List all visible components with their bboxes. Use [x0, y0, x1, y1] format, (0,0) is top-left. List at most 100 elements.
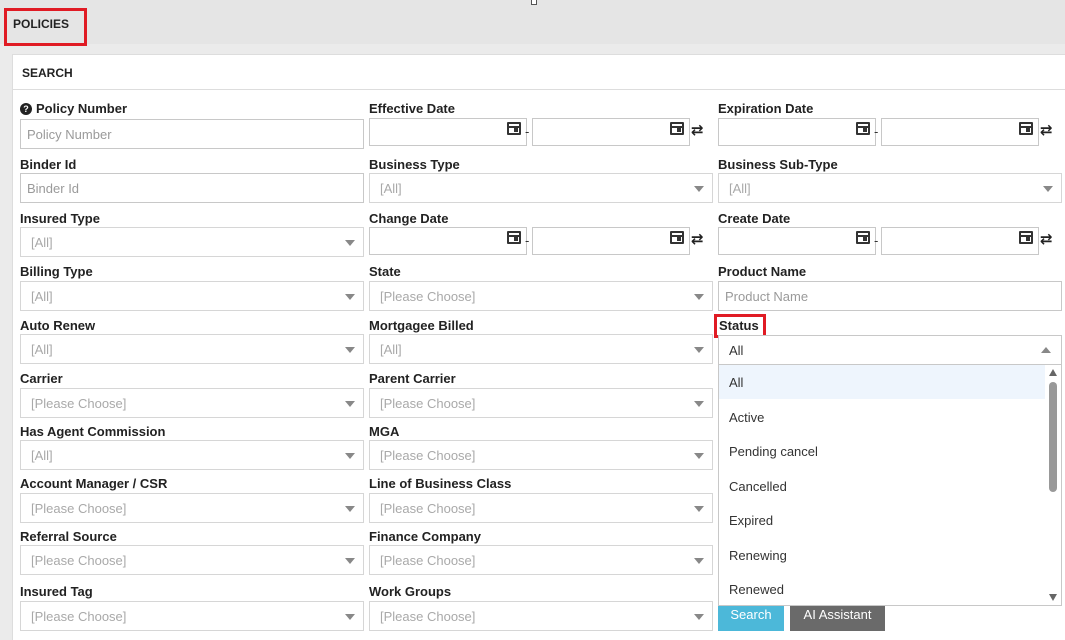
policy-number-label-text: Policy Number [36, 101, 128, 116]
parent-carrier-select[interactable]: [Please Choose] [369, 388, 713, 418]
auto-renew-value: [All] [31, 342, 53, 357]
range-separator: - [874, 233, 879, 248]
status-select[interactable]: All [718, 335, 1062, 365]
chevron-down-icon [1043, 186, 1053, 192]
change-date-from[interactable] [369, 227, 527, 255]
scrollbar[interactable] [1045, 365, 1061, 605]
line-of-business-class-select[interactable]: [Please Choose] [369, 493, 713, 523]
insured-type-select[interactable]: [All] [20, 227, 364, 257]
expiration-date-label: Expiration Date [718, 101, 814, 116]
insured-tag-select[interactable]: [Please Choose] [20, 601, 364, 631]
account-manager-select[interactable]: [Please Choose] [20, 493, 364, 523]
swap-dates-icon[interactable]: ⇄ [691, 230, 704, 248]
parent-carrier-value: [Please Choose] [380, 396, 476, 411]
calendar-icon[interactable] [856, 122, 870, 135]
status-option[interactable]: Pending cancel [719, 434, 1045, 468]
line-of-business-class-value: [Please Choose] [380, 501, 476, 516]
effective-date-label: Effective Date [369, 101, 455, 116]
binder-id-input[interactable]: Binder Id [20, 173, 364, 203]
business-sub-type-value: [All] [729, 181, 751, 196]
state-value: [Please Choose] [380, 289, 476, 304]
expiration-date-from[interactable] [718, 118, 876, 146]
calendar-icon[interactable] [1019, 122, 1033, 135]
product-name-label: Product Name [718, 264, 807, 279]
chevron-down-icon [694, 506, 704, 512]
scrollbar-thumb[interactable] [1049, 382, 1057, 492]
change-date-label: Change Date [369, 211, 449, 226]
mga-label: MGA [369, 424, 400, 439]
referral-source-label: Referral Source [20, 529, 117, 544]
status-option[interactable]: Active [719, 400, 1045, 434]
chevron-up-icon [1041, 347, 1051, 353]
calendar-icon[interactable] [670, 231, 684, 244]
swap-dates-icon[interactable]: ⇄ [691, 121, 704, 139]
chevron-down-icon [694, 453, 704, 459]
scroll-up-icon[interactable] [1049, 369, 1057, 376]
chevron-down-icon [694, 614, 704, 620]
chevron-down-icon [694, 186, 704, 192]
chevron-down-icon [345, 240, 355, 246]
billing-type-label: Billing Type [20, 264, 93, 279]
status-option[interactable]: Expired [719, 503, 1045, 537]
create-date-from[interactable] [718, 227, 876, 255]
insured-type-value: [All] [31, 235, 53, 250]
scroll-down-icon[interactable] [1049, 594, 1057, 601]
chevron-down-icon [694, 294, 704, 300]
status-option[interactable]: Renewed [719, 572, 1045, 605]
effective-date-to[interactable] [532, 118, 690, 146]
status-option[interactable]: All [719, 365, 1045, 399]
billing-type-value: [All] [31, 289, 53, 304]
calendar-icon[interactable] [856, 231, 870, 244]
calendar-icon[interactable] [507, 122, 521, 135]
mortgagee-billed-label: Mortgagee Billed [369, 318, 474, 333]
carrier-value: [Please Choose] [31, 396, 127, 411]
chevron-down-icon [694, 558, 704, 564]
has-agent-commission-select[interactable]: [All] [20, 440, 364, 470]
work-groups-select[interactable]: [Please Choose] [369, 601, 713, 631]
resize-handle[interactable] [531, 0, 537, 5]
parent-carrier-label: Parent Carrier [369, 371, 456, 386]
product-name-input[interactable]: Product Name [718, 281, 1062, 311]
mga-select[interactable]: [Please Choose] [369, 440, 713, 470]
swap-dates-icon[interactable]: ⇄ [1040, 121, 1053, 139]
insured-tag-value: [Please Choose] [31, 609, 127, 624]
range-separator: - [874, 124, 879, 139]
policy-number-input[interactable]: Policy Number [20, 119, 364, 149]
referral-source-select[interactable]: [Please Choose] [20, 545, 364, 575]
expiration-date-to[interactable] [881, 118, 1039, 146]
status-option[interactable]: Renewing [719, 538, 1045, 572]
state-select[interactable]: [Please Choose] [369, 281, 713, 311]
effective-date-from[interactable] [369, 118, 527, 146]
chevron-down-icon [345, 401, 355, 407]
business-type-select[interactable]: [All] [369, 173, 713, 203]
mga-value: [Please Choose] [380, 448, 476, 463]
chevron-down-icon [345, 347, 355, 353]
calendar-icon[interactable] [507, 231, 521, 244]
chevron-down-icon [345, 453, 355, 459]
status-option[interactable]: Cancelled [719, 469, 1045, 503]
business-type-value: [All] [380, 181, 402, 196]
policies-tab[interactable]: POLICIES [4, 8, 87, 46]
help-icon[interactable]: ? [20, 103, 32, 115]
mortgagee-billed-select[interactable]: [All] [369, 334, 713, 364]
state-label: State [369, 264, 401, 279]
chevron-down-icon [345, 558, 355, 564]
change-date-to[interactable] [532, 227, 690, 255]
swap-dates-icon[interactable]: ⇄ [1040, 230, 1053, 248]
has-agent-commission-label: Has Agent Commission [20, 424, 166, 439]
range-separator: - [525, 233, 530, 248]
account-manager-value: [Please Choose] [31, 501, 127, 516]
billing-type-select[interactable]: [All] [20, 281, 364, 311]
mortgagee-billed-value: [All] [380, 342, 402, 357]
finance-company-select[interactable]: [Please Choose] [369, 545, 713, 575]
panel-header: SEARCH [12, 56, 1065, 90]
chevron-down-icon [694, 401, 704, 407]
account-manager-label: Account Manager / CSR [20, 476, 168, 491]
work-groups-value: [Please Choose] [380, 609, 476, 624]
create-date-to[interactable] [881, 227, 1039, 255]
carrier-select[interactable]: [Please Choose] [20, 388, 364, 418]
business-sub-type-select[interactable]: [All] [718, 173, 1062, 203]
auto-renew-select[interactable]: [All] [20, 334, 364, 364]
calendar-icon[interactable] [670, 122, 684, 135]
calendar-icon[interactable] [1019, 231, 1033, 244]
